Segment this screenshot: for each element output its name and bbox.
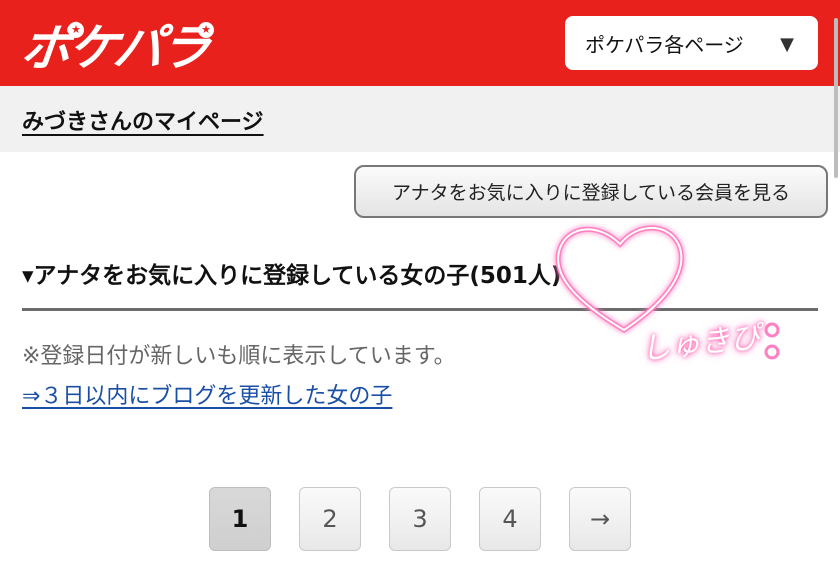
mypage-link[interactable]: みづきさんのマイページ — [22, 104, 264, 136]
section-title-text: ▾アナタをお気に入りに登録している女の子 — [22, 263, 470, 289]
page-select-dropdown[interactable]: ポケパラ各ページ ▼ — [565, 16, 818, 70]
page-button-3[interactable]: 3 — [389, 487, 451, 551]
scrollbar[interactable] — [834, 18, 838, 178]
mypage-bar: みづきさんのマイページ — [0, 86, 840, 152]
sort-note: ※登録日付が新しいも順に表示しています。 — [22, 344, 456, 369]
site-header: ポケパラ ★ ★ ポケパラ各ページ ▼ — [0, 0, 840, 86]
section-divider — [22, 308, 818, 311]
logo-text: ポケパラ — [18, 19, 211, 77]
page-button-2[interactable]: 2 — [299, 487, 361, 551]
view-fav-members-button[interactable]: アナタをお気に入りに登録している会員を見る — [354, 165, 828, 218]
logo-star-icon: ★ — [198, 22, 214, 38]
page-button-1[interactable]: 1 — [209, 487, 271, 551]
section-title: ▾アナタをお気に入りに登録している女の子(501人) — [22, 256, 561, 290]
pagination: 1 2 3 4 → — [0, 487, 840, 553]
page-button-4[interactable]: 4 — [479, 487, 541, 551]
logo-star-icon: ★ — [68, 22, 84, 38]
pokepara-logo[interactable]: ポケパラ ★ ★ — [19, 14, 214, 77]
page-select-label: ポケパラ各ページ — [585, 32, 744, 57]
recent-blog-link[interactable]: ⇒３日以内にブログを更新した女の子 — [22, 378, 392, 410]
chevron-down-icon: ▼ — [780, 34, 794, 55]
sticker-text: しゅきぴ — [638, 319, 762, 368]
registered-count: (501人) — [469, 263, 562, 289]
next-page-button[interactable]: → — [569, 487, 631, 551]
